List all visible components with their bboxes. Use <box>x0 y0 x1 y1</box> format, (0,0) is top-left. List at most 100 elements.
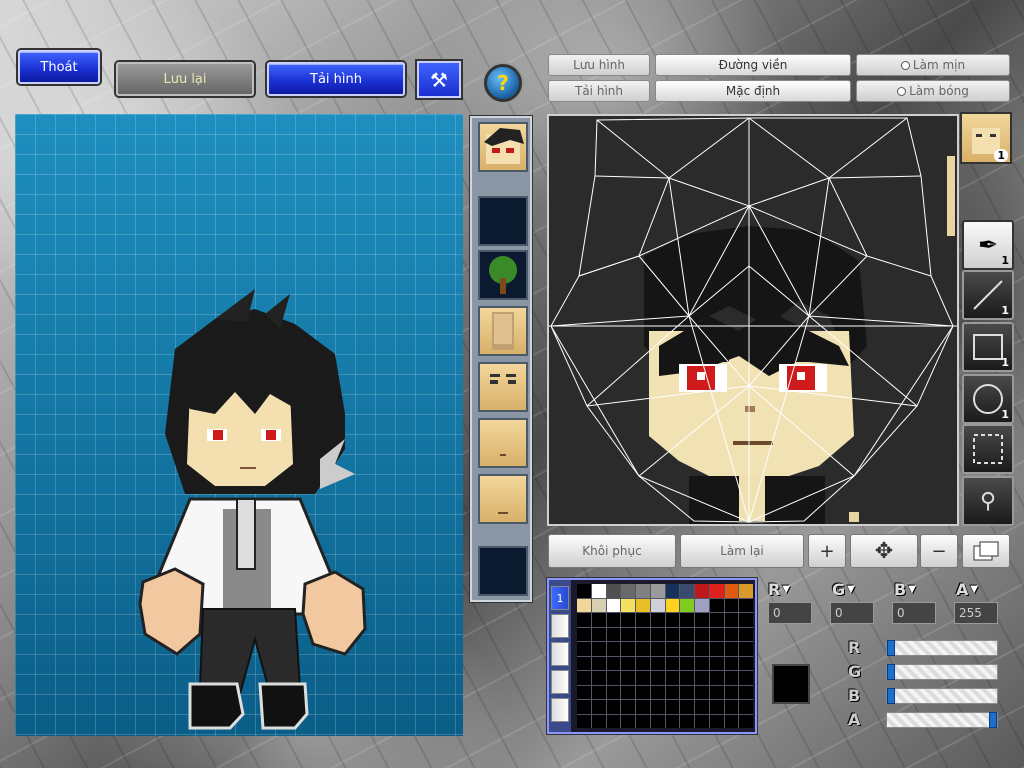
palette-color-cell[interactable] <box>650 671 665 685</box>
r-slider[interactable] <box>886 640 998 656</box>
palette-color-cell[interactable] <box>606 656 621 670</box>
palette-color-cell[interactable] <box>650 714 665 728</box>
palette-color-cell[interactable] <box>636 700 650 714</box>
palette-color-cell[interactable] <box>606 598 621 612</box>
palette-color-cell[interactable] <box>695 627 709 641</box>
palette-color-cell[interactable] <box>606 700 621 714</box>
palette-color-cell[interactable] <box>621 685 635 699</box>
palette-color-cell[interactable] <box>724 700 739 714</box>
palette-color-cell[interactable] <box>709 642 724 656</box>
palette-color-cell[interactable] <box>665 613 680 627</box>
channel-a-dropdown[interactable]: A ▼ <box>956 580 978 599</box>
r-value-field[interactable]: 0 <box>768 602 812 624</box>
palette-color-cell[interactable] <box>636 584 650 598</box>
palette-color-cell[interactable] <box>680 656 694 670</box>
palette-color-cell[interactable] <box>577 656 591 670</box>
palette-color-cell[interactable] <box>724 714 739 728</box>
part-slot-tree[interactable] <box>478 250 528 300</box>
palette-color-cell[interactable] <box>650 613 665 627</box>
palette-color-cell[interactable] <box>739 700 753 714</box>
palette-color-cell[interactable] <box>606 584 621 598</box>
palette-color-cell[interactable] <box>577 671 591 685</box>
palette-color-cell[interactable] <box>665 656 680 670</box>
a-value-field[interactable]: 255 <box>954 602 998 624</box>
palette-color-cell[interactable] <box>577 642 591 656</box>
palette-color-cell[interactable] <box>665 671 680 685</box>
palette-color-cell[interactable] <box>739 584 753 598</box>
restore-button[interactable]: Khôi phục <box>548 534 676 568</box>
palette-color-cell[interactable] <box>680 671 694 685</box>
palette-color-cell[interactable] <box>636 613 650 627</box>
palette-color-cell[interactable] <box>724 642 739 656</box>
b-slider[interactable] <box>886 688 998 704</box>
channel-b-dropdown[interactable]: B ▼ <box>894 580 916 599</box>
palette-color-cell[interactable] <box>724 685 739 699</box>
preview-avatar[interactable]: 1 <box>960 112 1012 164</box>
palette-color-cell[interactable] <box>709 656 724 670</box>
palette-color-cell[interactable] <box>606 671 621 685</box>
palette-color-cell[interactable] <box>695 700 709 714</box>
palette-color-cell[interactable] <box>665 685 680 699</box>
part-slot-face-3[interactable] <box>478 474 528 524</box>
shade-option[interactable]: Làm bóng <box>856 80 1010 102</box>
palette-color-cell[interactable] <box>577 627 591 641</box>
save-button[interactable]: Lưu lại <box>116 62 254 96</box>
palette-color-cell[interactable] <box>577 584 591 598</box>
hammer-tool-button[interactable]: ⚒ <box>417 61 461 98</box>
palette-color-cell[interactable] <box>621 700 635 714</box>
palette-color-cell[interactable] <box>709 685 724 699</box>
palette-color-cell[interactable] <box>577 714 591 728</box>
palette-tab-2[interactable] <box>551 614 569 638</box>
palette-color-cell[interactable] <box>695 584 709 598</box>
palette-color-cell[interactable] <box>680 714 694 728</box>
palette-color-cell[interactable] <box>606 613 621 627</box>
palette-color-cell[interactable] <box>591 714 606 728</box>
palette-color-cell[interactable] <box>591 656 606 670</box>
palette-color-cell[interactable] <box>621 613 635 627</box>
palette-color-cell[interactable] <box>680 642 694 656</box>
palette-color-cell[interactable] <box>591 642 606 656</box>
palette-color-cell[interactable] <box>636 642 650 656</box>
brush-tool[interactable]: ✒ 1 <box>962 220 1014 270</box>
palette-color-cell[interactable] <box>621 714 635 728</box>
layers-button[interactable] <box>962 534 1010 568</box>
channel-g-dropdown[interactable]: G ▼ <box>832 580 855 599</box>
rectangle-tool[interactable]: 1 <box>962 322 1014 372</box>
palette-color-cell[interactable] <box>606 714 621 728</box>
palette-color-cell[interactable] <box>739 642 753 656</box>
b-value-field[interactable]: 0 <box>892 602 936 624</box>
palette-color-cell[interactable] <box>650 656 665 670</box>
b-slider-thumb[interactable] <box>887 688 895 704</box>
palette-color-cell[interactable] <box>621 627 635 641</box>
palette-color-cell[interactable] <box>724 613 739 627</box>
palette-color-cell[interactable] <box>650 700 665 714</box>
zoom-in-button[interactable]: + <box>808 534 846 568</box>
palette-color-cell[interactable] <box>680 598 694 612</box>
palette-color-cell[interactable] <box>709 671 724 685</box>
ellipse-tool[interactable]: 1 <box>962 374 1014 424</box>
part-slot-face-2[interactable] <box>478 418 528 468</box>
palette-color-cell[interactable] <box>621 598 635 612</box>
move-button[interactable]: ✥ <box>850 534 918 568</box>
palette-color-cell[interactable] <box>665 627 680 641</box>
palette-color-cell[interactable] <box>680 613 694 627</box>
load-image-button[interactable]: Tải hình <box>548 80 650 102</box>
smooth-option[interactable]: Làm mịn <box>856 54 1010 76</box>
palette-color-cell[interactable] <box>577 613 591 627</box>
palette-color-cell[interactable] <box>695 598 709 612</box>
palette-color-cell[interactable] <box>636 671 650 685</box>
palette-color-cell[interactable] <box>606 642 621 656</box>
palette-color-cell[interactable] <box>591 671 606 685</box>
palette-color-cell[interactable] <box>636 598 650 612</box>
palette-color-cell[interactable] <box>621 584 635 598</box>
palette-color-cell[interactable] <box>577 598 591 612</box>
reload-button[interactable]: Tải hình <box>267 62 405 96</box>
pixel-editor-canvas[interactable] <box>547 114 959 526</box>
g-slider-thumb[interactable] <box>887 664 895 680</box>
exit-button[interactable]: Thoát <box>18 50 100 84</box>
palette-color-cell[interactable] <box>636 627 650 641</box>
palette-color-cell[interactable] <box>636 714 650 728</box>
palette-color-cell[interactable] <box>621 656 635 670</box>
palette-color-cell[interactable] <box>650 685 665 699</box>
palette-color-cell[interactable] <box>739 627 753 641</box>
